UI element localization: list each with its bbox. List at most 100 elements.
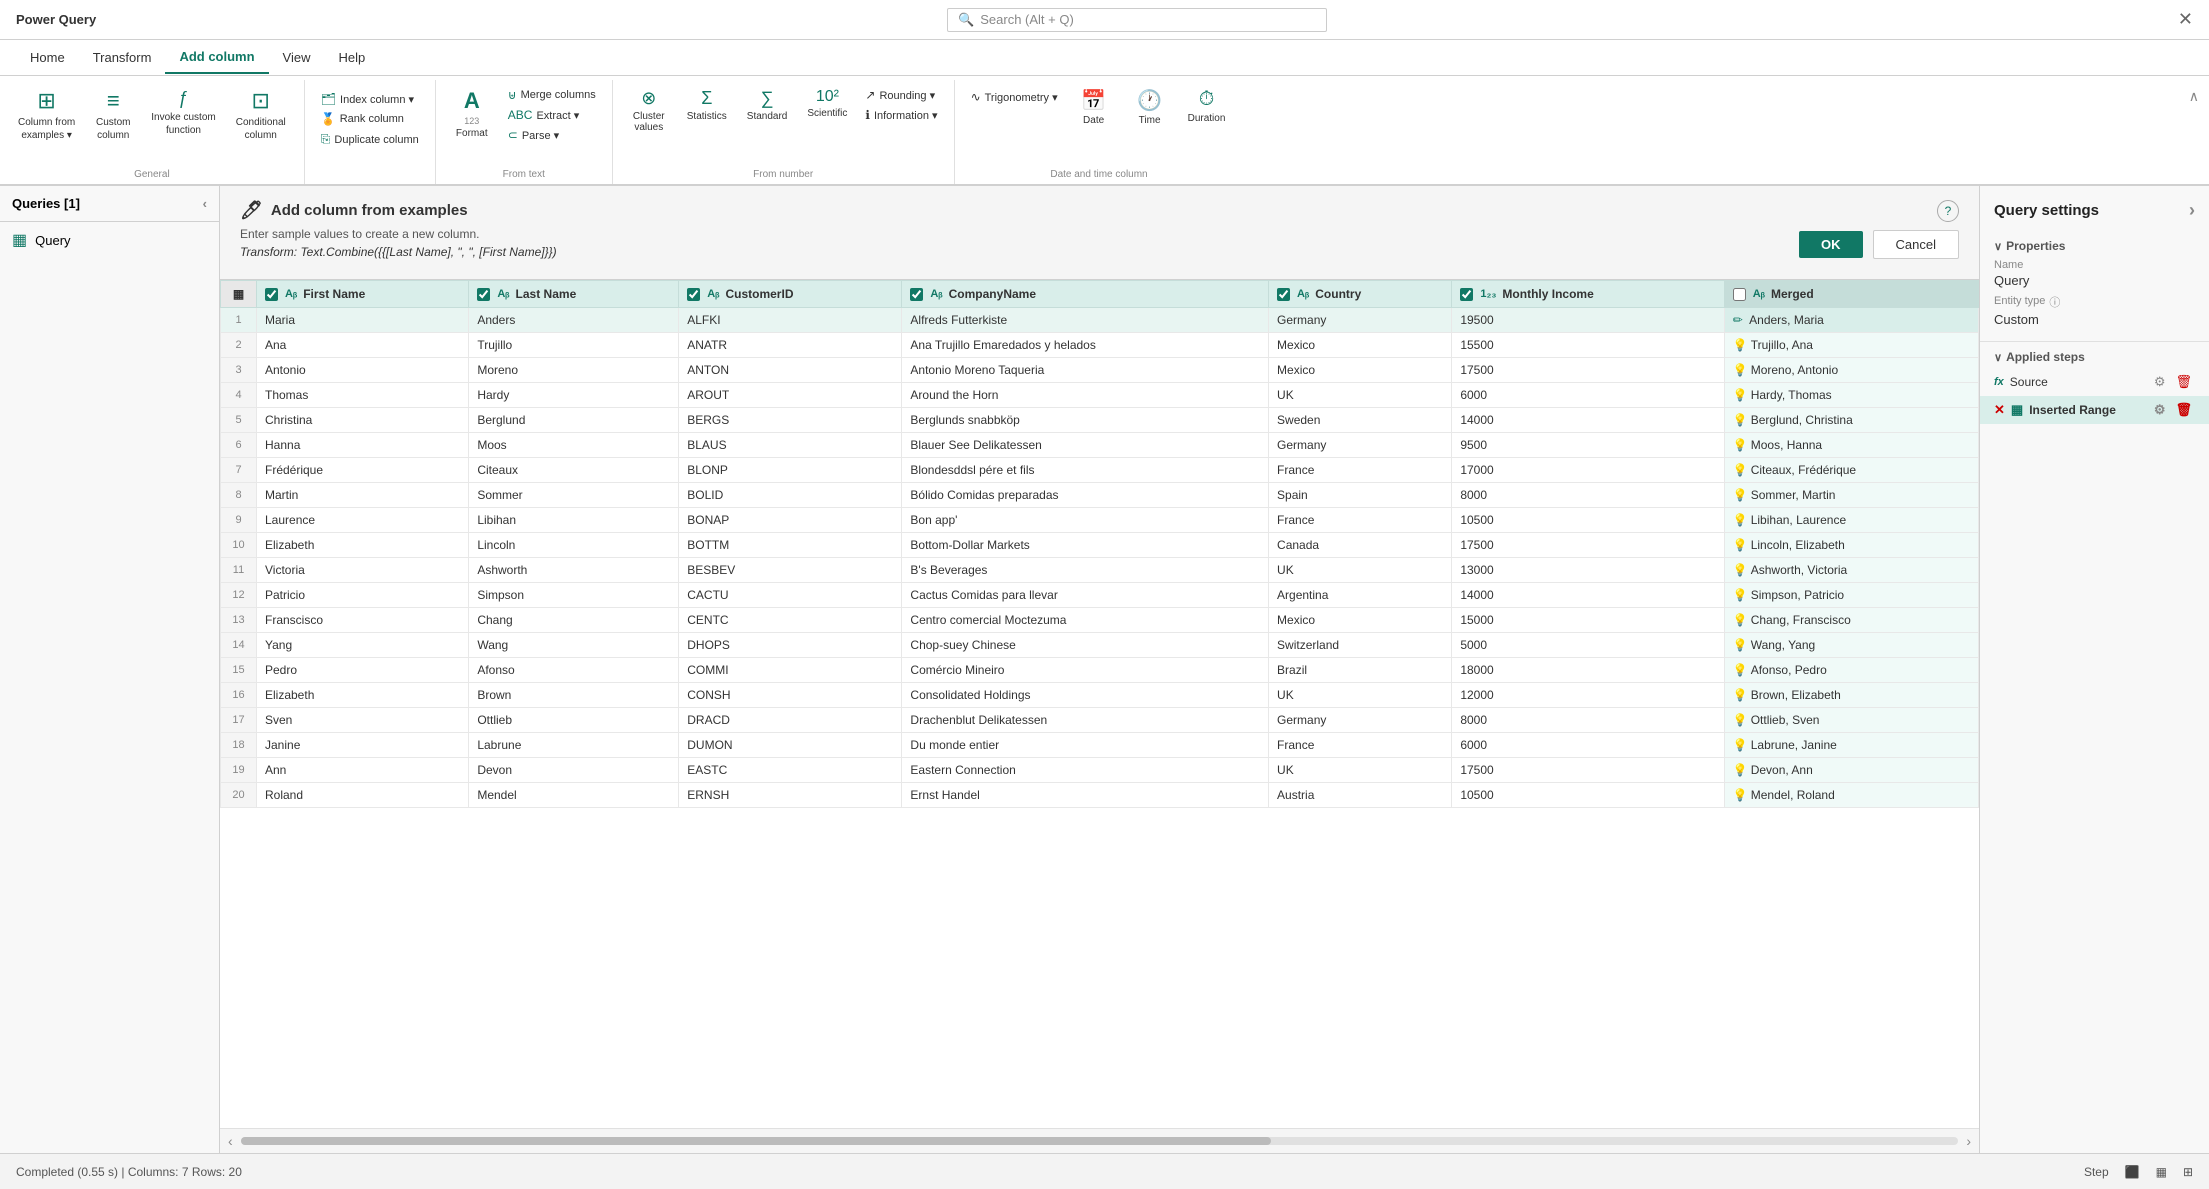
merged-cell[interactable]: ✏ Anders, Maria: [1724, 308, 1978, 333]
ribbon-btn-merge-columns[interactable]: ⊎ Merge columns: [502, 86, 602, 104]
merged-cell[interactable]: 💡Chang, Franscisco: [1724, 608, 1978, 633]
sidebar-item-query[interactable]: ▦ Query: [0, 222, 219, 258]
ribbon-btn-format[interactable]: A 123 Format: [446, 84, 498, 143]
statusbar-grid-icon[interactable]: ⊞: [2183, 1165, 2193, 1179]
merged-cell[interactable]: 💡Berglund, Christina: [1724, 408, 1978, 433]
merged-cell[interactable]: 💡Ottlieb, Sven: [1724, 708, 1978, 733]
customer-id-cell: ALFKI: [679, 308, 902, 333]
merged-cell[interactable]: 💡Ashworth, Victoria: [1724, 558, 1978, 583]
merged-cell[interactable]: 💡Moreno, Antonio: [1724, 358, 1978, 383]
cb-country[interactable]: [1277, 288, 1290, 301]
step-inserted-settings-btn[interactable]: ⚙: [2151, 401, 2169, 419]
ribbon-btn-invoke-custom-function[interactable]: ƒ Invoke customfunction: [143, 84, 223, 141]
ribbon-btn-duplicate-column[interactable]: ⎘ Duplicate column: [315, 130, 425, 149]
trig-icon: ∿: [971, 90, 981, 104]
cb-last-name[interactable]: [477, 288, 490, 301]
ribbon-btn-information[interactable]: ℹ Information ▾: [859, 106, 943, 124]
menu-item-add-column[interactable]: Add column: [165, 41, 268, 74]
menu-item-transform[interactable]: Transform: [79, 42, 166, 73]
ribbon-btn-rank-column[interactable]: 🏅 Rank column: [315, 110, 425, 128]
ribbon-btn-parse[interactable]: ⊂ Parse ▾: [502, 126, 602, 144]
ribbon-btn-conditional-column[interactable]: ⊡ Conditionalcolumn: [228, 84, 294, 146]
ribbon-btn-standard[interactable]: ∑ Standard: [739, 84, 796, 126]
income-cell: 13000: [1452, 558, 1724, 583]
qs-header: Query settings ›: [1980, 186, 2209, 231]
th-first-name[interactable]: Aᵦ First Name: [257, 281, 469, 308]
cb-first-name[interactable]: [265, 288, 278, 301]
close-button[interactable]: ✕: [2178, 9, 2193, 30]
menu-item-help[interactable]: Help: [325, 42, 380, 73]
parse-label: Parse ▾: [522, 129, 559, 142]
data-table-container[interactable]: ▦ Aᵦ First Name Aᵦ: [220, 280, 1979, 1128]
ribbon-collapse-btn[interactable]: ∧: [2189, 88, 2199, 105]
ribbon-btn-trigonometry[interactable]: ∿ Trigonometry ▾: [965, 88, 1064, 106]
th-merged[interactable]: Aᵦ Merged: [1724, 281, 1978, 308]
th-monthly-income[interactable]: 1₂₃ Monthly Income: [1452, 281, 1724, 308]
cb-monthly-income[interactable]: [1460, 288, 1473, 301]
cb-company-name[interactable]: [910, 288, 923, 301]
ribbon-btn-cluster-values[interactable]: ⊗ Clustervalues: [623, 84, 675, 137]
ribbon-btn-extract[interactable]: ABC Extract ▾: [502, 106, 602, 124]
statusbar-step-icon[interactable]: ⬛: [2125, 1165, 2140, 1179]
query-settings-panel: Query settings › ∨ Properties Name Query…: [1979, 186, 2209, 1153]
merged-cell[interactable]: 💡Lincoln, Elizabeth: [1724, 533, 1978, 558]
step-inserted-delete-btn[interactable]: 🗑: [2172, 401, 2195, 419]
income-cell: 6000: [1452, 383, 1724, 408]
examples-help-icon[interactable]: ?: [1937, 200, 1959, 222]
merged-cell[interactable]: 💡Trujillo, Ana: [1724, 333, 1978, 358]
merged-cell[interactable]: 💡Labrune, Janine: [1724, 733, 1978, 758]
ribbon-btn-statistics[interactable]: Σ Statistics: [679, 84, 735, 126]
data-table: ▦ Aᵦ First Name Aᵦ: [220, 280, 1979, 808]
merged-cell[interactable]: 💡Brown, Elizabeth: [1724, 683, 1978, 708]
income-cell: 14000: [1452, 408, 1724, 433]
ribbon-btn-date[interactable]: 📅 Date: [1068, 84, 1120, 130]
suggestion-icon: 💡: [1733, 438, 1748, 452]
ribbon-btn-index-column[interactable]: 🗂 Index column ▾: [315, 90, 425, 108]
merged-cell[interactable]: 💡Libihan, Laurence: [1724, 508, 1978, 533]
cb-customer-id[interactable]: [687, 288, 700, 301]
merged-cell[interactable]: 💡Moos, Hanna: [1724, 433, 1978, 458]
merged-cell[interactable]: 💡Devon, Ann: [1724, 758, 1978, 783]
ribbon-btn-rounding[interactable]: ↗ Rounding ▾: [859, 86, 943, 104]
ribbon-btn-time[interactable]: 🕐 Time: [1124, 84, 1176, 130]
step-source[interactable]: fx Source ⚙ 🗑: [1980, 368, 2209, 396]
scroll-right-btn[interactable]: ›: [1966, 1133, 1971, 1149]
menu-item-home[interactable]: Home: [16, 42, 79, 73]
merged-cell[interactable]: 💡Hardy, Thomas: [1724, 383, 1978, 408]
ok-button[interactable]: OK: [1799, 231, 1863, 258]
th-customer-id[interactable]: Aᵦ CustomerID: [679, 281, 902, 308]
table-row: 1MariaAndersALFKIAlfreds FutterkisteGerm…: [221, 308, 1979, 333]
last-name-cell: Lincoln: [469, 533, 679, 558]
ribbon-btn-scientific[interactable]: 10² Scientific: [799, 84, 855, 123]
statusbar-table-icon[interactable]: ▦: [2156, 1165, 2167, 1179]
th-country[interactable]: Aᵦ Country: [1269, 281, 1452, 308]
step-source-settings-btn[interactable]: ⚙: [2151, 373, 2169, 391]
time-icon: 🕐: [1137, 88, 1162, 113]
merged-cell[interactable]: 💡Sommer, Martin: [1724, 483, 1978, 508]
qs-expand-btn[interactable]: ›: [2189, 200, 2195, 221]
step-source-delete-btn[interactable]: 🗑: [2172, 373, 2195, 391]
menu-item-view[interactable]: View: [269, 42, 325, 73]
merged-cell[interactable]: 💡Afonso, Pedro: [1724, 658, 1978, 683]
ribbon-btn-custom-column[interactable]: ≡ Customcolumn: [87, 84, 139, 146]
cancel-button[interactable]: Cancel: [1873, 230, 1959, 259]
step-inserted-range[interactable]: ✕ ▦ Inserted Range ⚙ 🗑: [1980, 396, 2209, 424]
scrollbar-thumb[interactable]: [241, 1137, 1272, 1145]
company-cell: Eastern Connection: [902, 758, 1269, 783]
ribbon-btn-column-from-examples[interactable]: ⊞ Column fromexamples ▾: [10, 84, 83, 146]
last-name-cell: Afonso: [469, 658, 679, 683]
cb-merged[interactable]: [1733, 288, 1746, 301]
information-label: Information ▾: [874, 109, 938, 122]
merged-cell[interactable]: 💡Wang, Yang: [1724, 633, 1978, 658]
th-company-name[interactable]: Aᵦ CompanyName: [902, 281, 1269, 308]
sidebar-collapse-icon[interactable]: ‹: [203, 196, 207, 211]
examples-icon: 🖊: [240, 200, 263, 221]
th-last-name[interactable]: Aᵦ Last Name: [469, 281, 679, 308]
scrollbar-track[interactable]: [241, 1137, 1959, 1145]
merged-cell[interactable]: 💡Mendel, Roland: [1724, 783, 1978, 808]
scroll-left-btn[interactable]: ‹: [228, 1133, 233, 1149]
merged-cell[interactable]: 💡Citeaux, Frédérique: [1724, 458, 1978, 483]
ribbon-btn-duration[interactable]: ⏱ Duration: [1180, 84, 1234, 128]
search-bar[interactable]: 🔍 Search (Alt + Q): [947, 8, 1327, 32]
merged-cell[interactable]: 💡Simpson, Patricio: [1724, 583, 1978, 608]
